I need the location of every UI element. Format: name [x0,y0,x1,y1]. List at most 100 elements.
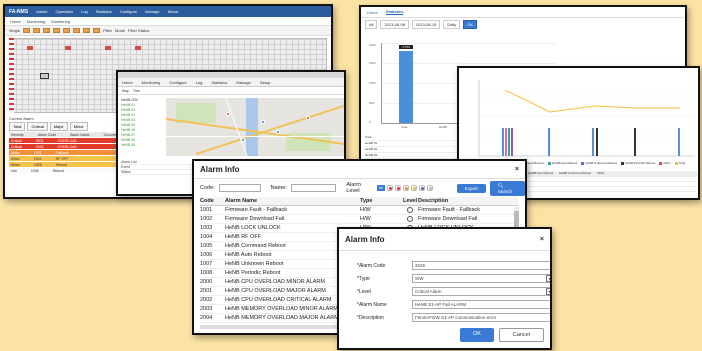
tab-minor[interactable]: Minor [69,122,88,131]
code-label: Code: [200,185,215,191]
node-icon[interactable] [53,28,61,33]
nav-item[interactable]: Configure [169,80,186,85]
alarm-cell[interactable] [65,46,71,50]
export-button[interactable]: Export [456,183,486,193]
ok-button[interactable]: OK [459,328,494,342]
node-icon[interactable] [23,28,31,33]
legend-swatch [581,161,585,165]
minor-level-icon[interactable] [402,185,409,191]
legend-label: HeNB Periodic Reboot [625,161,656,165]
major-level-icon[interactable] [394,185,401,191]
text-field[interactable]: HeNB S1-AP Fail ALARM [412,300,550,309]
map-pin[interactable] [276,130,280,134]
tree-item[interactable]: HeNB 09 [121,143,163,148]
nav-item[interactable]: Statistics [211,80,227,85]
menu-item[interactable]: Log [81,9,88,14]
chevron-down-icon[interactable]: ▾ [546,288,550,295]
text-field[interactable]: Femto-FGW S1-AP communication error [412,313,550,322]
tab-home[interactable]: Home [367,10,378,15]
node-icon[interactable] [63,28,71,33]
code-cell: 1004 [200,234,213,240]
node-icon[interactable] [43,28,51,33]
node-icon[interactable] [33,28,41,33]
map-pin[interactable] [241,138,245,142]
cancel-button[interactable]: Cancel [498,328,544,342]
alarm-cell[interactable] [135,46,141,50]
dialog-buttons: OK Cancel [459,328,544,342]
table-header: Code Alarm Name Type Level Description [200,197,518,206]
nav-item[interactable]: Home [122,80,133,85]
breadcrumb-item[interactable]: Monitoring [27,19,46,24]
menu-item[interactable]: Operation [56,9,74,14]
map-pin[interactable] [261,120,265,124]
toolbar-label[interactable]: Single [9,28,20,33]
table-row[interactable]: 1002 Firmware Download Fail H/W Firmware Do… [200,215,518,224]
level-radio[interactable] [407,207,413,213]
menu-item[interactable]: About [168,9,178,14]
menu-item[interactable]: Statistics [96,9,112,14]
select-field[interactable]: Critical Alarm ▾ [412,287,550,296]
toolbar-item[interactable]: Map [122,89,129,93]
legend-label: HeNB Unknown Reboot [585,161,618,165]
nms-top-menu: FA-NMS Admin Operation Log Statistics Co… [5,6,331,17]
nav-item[interactable]: Setup [260,80,270,85]
warning-level-icon[interactable] [410,185,417,191]
nav-item[interactable]: Log [196,80,203,85]
nav-item[interactable]: Monitoring [142,80,161,85]
critical-level-icon[interactable] [386,185,393,191]
nav-item[interactable]: Manage [236,80,250,85]
ok-button[interactable]: OK [463,19,478,29]
level-all-button[interactable]: All [376,185,385,191]
description-cell: Firmware Fault - Fallback [418,207,481,213]
type-cell: H/W [360,216,371,222]
clear-level-icon[interactable] [426,185,433,191]
map-view[interactable] [166,98,344,156]
info-level-icon[interactable] [418,185,425,191]
code-input[interactable] [218,184,261,192]
menu-item[interactable]: Admin [36,9,47,14]
select-field[interactable]: S/W ▾ [412,274,550,283]
table-row[interactable]: 1001 Firmware Fault - Fallback H/W Firmware… [200,206,518,215]
legend-item: HeNB Auto Reboot [547,161,577,165]
text-field[interactable]: 3226 [412,261,550,270]
field-value: Critical Alarm [415,289,442,294]
alarm-cell[interactable] [27,46,33,50]
breadcrumb-item[interactable]: Home [10,19,21,24]
tab-critical[interactable]: Critical [27,122,48,131]
node-tree: HeNB-GW HeNB 01 HeNB 02 HeNB 03 HeNB 04 HeNB … [121,98,163,156]
map-pin[interactable] [226,112,230,116]
tab-statistics[interactable]: Statistics [385,9,404,15]
bar[interactable] [399,51,413,123]
node-icon[interactable] [83,28,91,33]
chevron-down-icon[interactable]: ▾ [546,275,550,282]
alarm-cell[interactable] [105,46,111,50]
start-date[interactable]: 2013-08-08 [380,19,409,29]
toolbar-item[interactable]: Tree [133,89,140,93]
toolbar-label[interactable]: Filter Status [128,28,149,33]
level-radio[interactable] [407,216,413,222]
node-icon[interactable] [93,28,101,33]
menu-item[interactable]: Configure [120,9,137,14]
toolbar-label[interactable]: Filter [103,28,112,33]
search-button[interactable]: 🔍︎ Search [489,180,525,196]
map-pin[interactable] [306,116,310,120]
tab-major[interactable]: Major [49,122,68,131]
node-icon[interactable] [73,28,81,33]
alarm-level-filter: All [376,185,433,191]
column-header: Alarm Name [70,132,90,137]
period-select[interactable]: Daily [443,19,461,29]
field-label: *Alarm Code [357,262,386,269]
column-header: Type [360,198,373,204]
close-icon[interactable]: × [515,166,519,173]
menu-item[interactable]: Manage [145,9,159,14]
breadcrumb-item[interactable]: Monitoring [51,19,70,24]
tab-total[interactable]: Total [9,122,26,131]
toolbar-label[interactable]: Mode [115,28,125,33]
name-input[interactable] [290,184,337,192]
code-cell: 2001 [35,138,44,143]
selected-node[interactable] [40,73,49,79]
end-date[interactable]: 2013-08-15 [411,19,441,29]
road [166,136,344,137]
close-icon[interactable]: × [540,236,544,243]
filter-select[interactable]: All [365,19,378,29]
